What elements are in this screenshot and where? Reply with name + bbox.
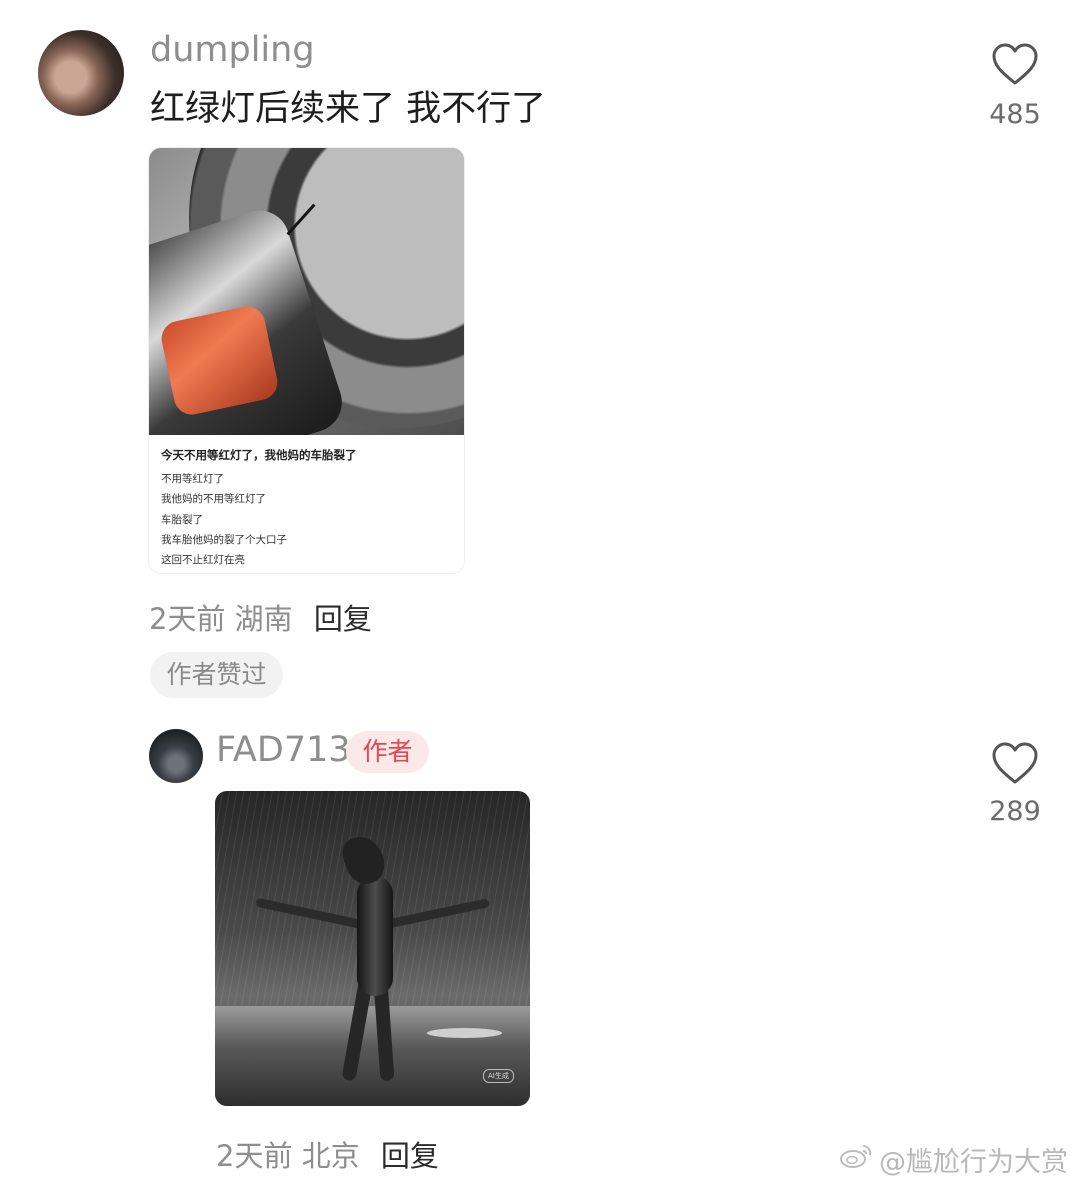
author-tag: 作者 <box>346 731 429 773</box>
comment-location: 湖南 <box>234 602 293 636</box>
avatar-dumpling[interactable] <box>38 30 124 116</box>
caption-line: 不用等红灯了 <box>161 473 224 485</box>
weibo-watermark: @尴尬行为大赏 <box>839 1140 1068 1179</box>
heart-icon[interactable] <box>991 741 1039 785</box>
comment-text: 红绿灯后续来了 我不行了 <box>150 89 547 129</box>
caption-line: 车胎裂了 <box>161 514 203 526</box>
like-count: 485 <box>989 99 1041 130</box>
caption-line: 我他妈的不用等红灯了 <box>161 493 266 505</box>
watermark-text: @尴尬行为大赏 <box>879 1147 1068 1178</box>
comment-image-tire[interactable]: 今天不用等红灯了，我他妈的车胎裂了 不用等红灯了 我他妈的不用等红灯了 车胎裂了… <box>149 148 464 573</box>
like-count: 289 <box>989 796 1041 827</box>
puddle-shape <box>427 1028 502 1038</box>
image-caption: 今天不用等红灯了，我他妈的车胎裂了 不用等红灯了 我他妈的不用等红灯了 车胎裂了… <box>149 435 464 573</box>
caption-title: 今天不用等红灯了，我他妈的车胎裂了 <box>161 448 357 462</box>
reply-username[interactable]: FAD713 <box>216 733 351 768</box>
reply-location: 北京 <box>301 1139 360 1173</box>
ground-shape <box>215 1006 530 1106</box>
comment-username[interactable]: dumpling <box>150 33 315 68</box>
reply-image-dancing-dog[interactable]: AI生成 <box>215 791 530 1106</box>
reply-button[interactable]: 回复 <box>381 1139 439 1173</box>
figure-body-shape <box>357 876 393 996</box>
caption-line: 这回不止红灯在亮 <box>161 554 245 566</box>
comment-time: 2天前 <box>149 602 226 636</box>
reply-time: 2天前 <box>216 1139 293 1173</box>
reply-meta: 2天前 北京 回复 <box>216 1133 439 1175</box>
avatar-fad713[interactable] <box>149 729 203 783</box>
heart-icon[interactable] <box>991 42 1039 86</box>
reply-button[interactable]: 回复 <box>314 602 372 636</box>
weibo-icon <box>839 1142 873 1177</box>
ai-watermark: AI生成 <box>483 1069 514 1083</box>
tire-photo <box>149 148 464 484</box>
author-liked-badge: 作者赞过 <box>150 652 283 698</box>
comment-meta: 2天前 湖南 回复 <box>149 596 372 638</box>
caption-line: 我车胎他妈的裂了个大口子 <box>161 534 287 546</box>
